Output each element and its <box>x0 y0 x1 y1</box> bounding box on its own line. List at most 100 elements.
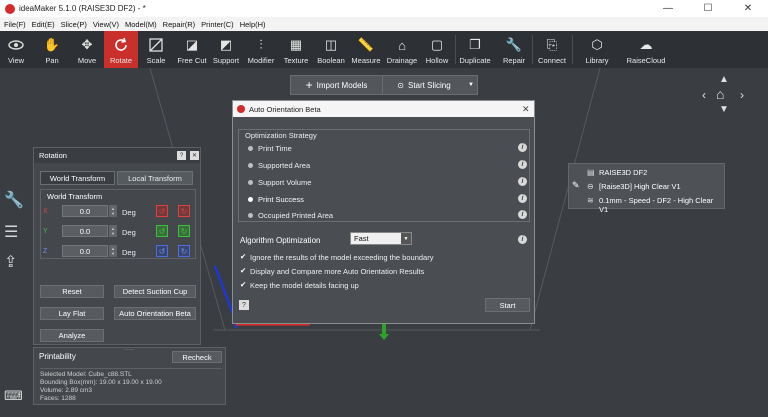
info-icon[interactable]: i <box>518 194 527 203</box>
tool-connect[interactable]: ⎘ Connect <box>536 31 568 68</box>
export-icon[interactable]: ⇪ <box>4 252 17 272</box>
z-rotate-minus-button[interactable]: ↺ <box>156 245 168 257</box>
y-axis-label: Y <box>43 228 48 235</box>
minimize-button[interactable]: — <box>648 0 688 17</box>
tool-duplicate[interactable]: ❐ Duplicate <box>458 31 492 68</box>
keyboard-icon[interactable]: ⌨ <box>4 388 23 404</box>
menu-edit[interactable]: Edit(E) <box>32 20 55 29</box>
checkbox-ignore-boundary[interactable]: ✔ <box>240 252 246 261</box>
recheck-button[interactable]: Recheck <box>172 351 222 363</box>
radio-support-volume[interactable] <box>248 180 253 185</box>
arrow-left-icon[interactable]: ‹ <box>702 88 706 102</box>
toolbar-separator <box>455 35 456 64</box>
check-label-keep-details-up[interactable]: Keep the model details facing up <box>250 281 359 290</box>
tool-library[interactable]: ⬡ Library <box>580 31 614 68</box>
checkbox-compare-results[interactable]: ✔ <box>240 266 246 275</box>
start-slicing-button[interactable]: ⊙ Start Slicing <box>383 76 465 94</box>
arrow-right-icon[interactable]: › <box>740 88 744 102</box>
info-icon[interactable]: i <box>518 143 527 152</box>
printer-name[interactable]: RAISE3D DF2 <box>599 168 647 177</box>
y-rotate-plus-button[interactable]: ↻ <box>178 225 190 237</box>
check-label-compare-results[interactable]: Display and Compare more Auto Orientatio… <box>250 267 424 276</box>
algorithm-select[interactable]: Fast ▼ <box>350 232 412 245</box>
radio-print-success-selected[interactable] <box>248 197 253 202</box>
close-icon[interactable]: ✕ <box>190 151 199 160</box>
tool-view[interactable]: View <box>3 31 29 68</box>
tool-free-cut[interactable]: ◪ Free Cut <box>175 31 209 68</box>
checkbox-keep-details-up[interactable]: ✔ <box>240 280 246 289</box>
dialog-close-icon[interactable]: ✕ <box>522 104 530 115</box>
edit-pencil-icon[interactable]: ✎ <box>572 180 580 191</box>
tool-rotate[interactable]: Rotate <box>104 31 138 68</box>
list-icon[interactable]: ☰ <box>4 222 18 242</box>
strategy-occupied-printed-area[interactable]: Occupied Printed Area <box>258 211 333 220</box>
home-icon[interactable]: ⌂ <box>716 86 724 102</box>
menu-help[interactable]: Help(H) <box>240 20 266 29</box>
tool-boolean[interactable]: ◫ Boolean <box>314 31 348 68</box>
close-window-button[interactable]: ✕ <box>728 0 768 17</box>
radio-occupied-printed-area[interactable] <box>248 213 253 218</box>
tool-modifier[interactable]: ⫶ Modifier <box>245 31 277 68</box>
tool-move[interactable]: ✥ Move <box>72 31 102 68</box>
strategy-print-time[interactable]: Print Time <box>258 144 292 153</box>
tool-repair[interactable]: 🔧 Repair <box>500 31 528 68</box>
strategy-support-volume[interactable]: Support Volume <box>258 178 311 187</box>
auto-orientation-beta-button[interactable]: Auto Orientation Beta <box>114 307 196 320</box>
start-button[interactable]: Start <box>485 298 530 312</box>
menu-printer[interactable]: Printer(C) <box>201 20 234 29</box>
view-cube-navigator[interactable]: ▲ ‹ ⌂ › ▼ <box>700 74 750 115</box>
radio-print-time[interactable] <box>248 146 253 151</box>
volume-text: Volume: 2.89 cm3 <box>40 387 93 394</box>
tool-texture[interactable]: ▦ Texture <box>281 31 311 68</box>
check-label-ignore-boundary[interactable]: Ignore the results of the model exceedin… <box>250 253 433 262</box>
dropdown-arrow-icon: ▼ <box>401 233 411 244</box>
z-rotate-plus-button[interactable]: ↻ <box>178 245 190 257</box>
x-stepper[interactable]: ▲ ▼ <box>109 205 117 217</box>
tab-local-transform[interactable]: Local Transform <box>117 171 193 185</box>
reset-button[interactable]: Reset <box>40 285 104 298</box>
x-rotate-minus-button[interactable]: ↺ <box>156 205 168 217</box>
dialog-help-button[interactable]: ? <box>239 300 249 310</box>
menu-file[interactable]: File(F) <box>4 20 26 29</box>
y-rotation-input[interactable]: 0.0 <box>62 225 108 237</box>
help-icon[interactable]: ? <box>177 151 186 160</box>
menu-slice[interactable]: Slice(P) <box>61 20 87 29</box>
y-rotate-minus-button[interactable]: ↺ <box>156 225 168 237</box>
maximize-button[interactable]: ☐ <box>688 0 728 17</box>
tool-support[interactable]: ◩ Support <box>211 31 241 68</box>
strategy-print-success[interactable]: Print Success <box>258 195 304 204</box>
import-models-button[interactable]: + Import Models <box>291 76 383 94</box>
strategy-supported-area[interactable]: Supported Area <box>258 161 310 170</box>
y-stepper[interactable]: ▲ ▼ <box>109 225 117 237</box>
tool-measure[interactable]: 📏 Measure <box>350 31 382 68</box>
material-name[interactable]: [Raise3D] High Clear V1 <box>599 182 681 191</box>
wrench-icon[interactable]: 🔧 <box>4 190 24 210</box>
tool-scale[interactable]: Scale <box>142 31 170 68</box>
x-rotation-input[interactable]: 0.0 <box>62 205 108 217</box>
arrow-down-icon[interactable]: ▼ <box>719 104 729 115</box>
lay-flat-button[interactable]: Lay Flat <box>40 307 104 320</box>
z-stepper[interactable]: ▲ ▼ <box>109 245 117 257</box>
radio-supported-area[interactable] <box>248 163 253 168</box>
x-rotate-plus-button[interactable]: ↻ <box>178 205 190 217</box>
profile-name[interactable]: 0.1mm - Speed - DF2 - High Clear V1 <box>599 196 724 214</box>
drag-handle[interactable]: ····· <box>124 347 134 353</box>
info-icon[interactable]: i <box>518 210 527 219</box>
slice-options-dropdown[interactable]: ▼ <box>465 76 477 94</box>
detect-suction-cup-button[interactable]: Detect Suction Cup <box>114 285 196 298</box>
info-icon[interactable]: i <box>518 160 527 169</box>
measure-icon: 📏 <box>357 37 375 52</box>
arrow-up-icon[interactable]: ▲ <box>719 74 729 85</box>
z-rotation-input[interactable]: 0.0 <box>62 245 108 257</box>
menu-repair[interactable]: Repair(R) <box>163 20 196 29</box>
analyze-button[interactable]: Analyze <box>40 329 104 342</box>
info-icon[interactable]: i <box>518 177 527 186</box>
tool-drainage[interactable]: ⌂ Drainage <box>385 31 419 68</box>
menu-model[interactable]: Model(M) <box>125 20 157 29</box>
info-icon[interactable]: i <box>518 235 527 244</box>
tab-world-transform[interactable]: World Transform <box>40 171 115 185</box>
menu-view[interactable]: View(V) <box>93 20 119 29</box>
tool-pan[interactable]: ✋ Pan <box>38 31 66 68</box>
tool-raisecloud[interactable]: ☁ RaiseCloud <box>624 31 668 68</box>
tool-hollow[interactable]: ▢ Hollow <box>423 31 451 68</box>
